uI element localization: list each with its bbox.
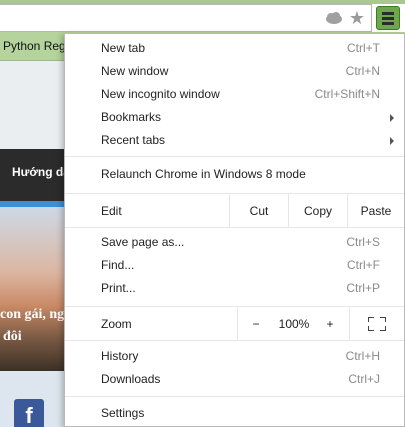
menu-item-recent-tabs[interactable]: Recent tabs	[65, 129, 404, 152]
address-bar[interactable]: ★	[0, 4, 372, 32]
menu-item-shortcut: Ctrl+P	[346, 281, 380, 295]
menu-item-label: Find...	[101, 258, 135, 272]
menu-item-downloads[interactable]: Downloads Ctrl+J	[65, 368, 404, 391]
chevron-right-icon	[390, 137, 394, 145]
zoom-level: 100%	[278, 317, 310, 331]
menu-item-shortcut: Ctrl+J	[348, 372, 380, 386]
menu-item-bookmarks[interactable]: Bookmarks	[65, 106, 404, 129]
menu-separator	[65, 396, 404, 397]
chevron-right-icon	[390, 114, 394, 122]
menu-zoom-row: Zoom − 100% +	[65, 307, 404, 340]
menu-item-shortcut: Ctrl+N	[345, 64, 380, 78]
menu-item-label: Settings	[101, 406, 145, 420]
menu-separator	[65, 156, 404, 157]
menu-item-label: Relaunch Chrome in Windows 8 mode	[101, 167, 306, 181]
menu-item-label: Downloads	[101, 372, 161, 386]
edit-label: Edit	[101, 204, 122, 218]
article-caption[interactable]: con gái, ngư	[0, 307, 73, 323]
menu-item-shortcut: Ctrl+Shift+N	[314, 87, 380, 101]
fullscreen-icon[interactable]	[368, 317, 386, 331]
star-icon[interactable]: ★	[349, 8, 365, 28]
article-caption-line2[interactable]: đôi	[3, 329, 22, 345]
menu-item-shortcut: Ctrl+S	[346, 235, 380, 249]
menu-item-label: Bookmarks	[101, 110, 162, 124]
menu-item-print[interactable]: Print... Ctrl+P	[65, 277, 404, 300]
menu-item-new-incognito-window[interactable]: New incognito window Ctrl+Shift+N	[65, 83, 404, 106]
bookmark-item[interactable]: Python Regu	[3, 39, 72, 53]
chrome-menu: New tab Ctrl+T New window Ctrl+N New inc…	[64, 33, 405, 427]
menu-item-label: Print...	[101, 281, 136, 295]
menu-item-label: Recent tabs	[101, 133, 166, 147]
menu-item-new-tab[interactable]: New tab Ctrl+T	[65, 37, 404, 60]
menu-item-find[interactable]: Find... Ctrl+F	[65, 254, 404, 277]
menu-item-new-window[interactable]: New window Ctrl+N	[65, 60, 404, 83]
menu-item-settings[interactable]: Settings	[65, 402, 404, 425]
menu-separator	[65, 227, 404, 228]
cloud-icon[interactable]	[325, 11, 343, 25]
cut-button[interactable]: Cut	[230, 204, 288, 218]
zoom-in-button[interactable]: +	[317, 317, 343, 331]
menu-item-label: Save page as...	[101, 235, 185, 249]
menu-edit-row: Edit Cut Copy Paste	[65, 194, 404, 227]
hamburger-menu-icon	[382, 12, 394, 15]
facebook-icon[interactable]: f	[14, 399, 44, 427]
menu-separator	[65, 340, 404, 341]
menu-item-relaunch-windows8[interactable]: Relaunch Chrome in Windows 8 mode	[65, 163, 404, 186]
menu-item-shortcut: Ctrl+F	[347, 258, 380, 272]
chrome-menu-button[interactable]	[376, 6, 400, 30]
zoom-label: Zoom	[101, 317, 132, 331]
copy-button[interactable]: Copy	[289, 204, 347, 218]
menu-item-shortcut: Ctrl+T	[347, 41, 380, 55]
menu-item-label: History	[101, 349, 139, 363]
menu-item-save-page-as[interactable]: Save page as... Ctrl+S	[65, 231, 404, 254]
menu-item-label: New incognito window	[101, 87, 220, 101]
menu-item-shortcut: Ctrl+H	[345, 349, 380, 363]
paste-button[interactable]: Paste	[348, 204, 404, 218]
page-nav-link[interactable]: Hướng dẫ	[12, 165, 70, 179]
menu-item-label: New tab	[101, 41, 146, 55]
menu-item-history[interactable]: History Ctrl+H	[65, 345, 404, 368]
zoom-out-button[interactable]: −	[243, 317, 269, 331]
menu-item-label: New window	[101, 64, 169, 78]
